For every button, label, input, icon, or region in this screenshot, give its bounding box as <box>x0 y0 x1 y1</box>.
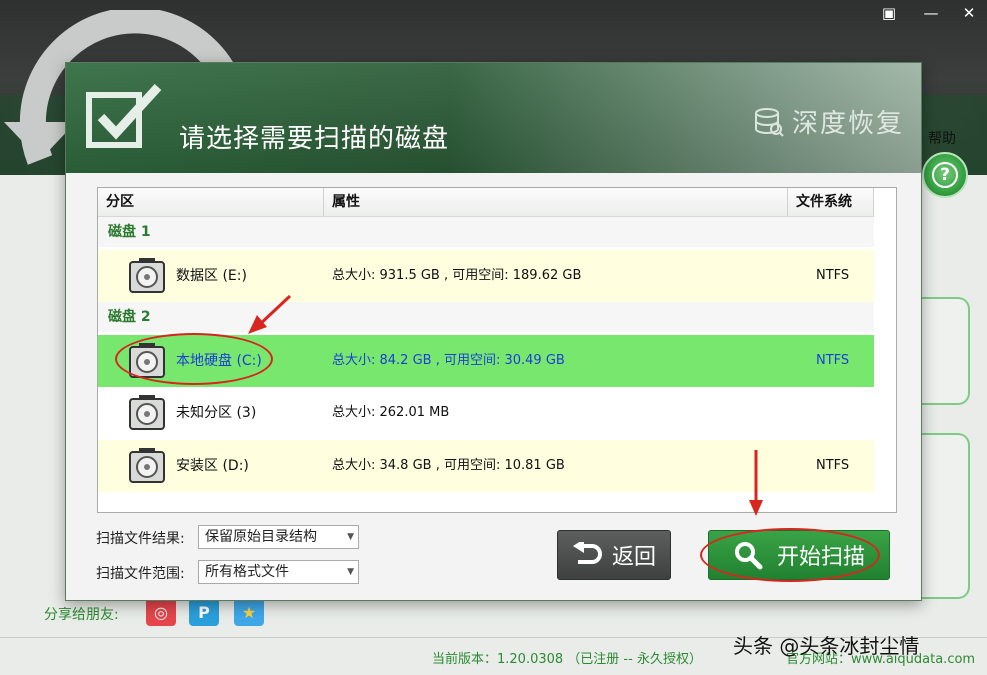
partition-name: 数据区 (E:) <box>176 268 247 284</box>
close-icon[interactable]: ✕ <box>960 4 978 22</box>
group-disk-1: 磁盘 1 <box>98 217 874 247</box>
partition-attributes: 总大小: 84.2 GB , 可用空间: 30.49 GB <box>332 353 565 368</box>
back-button-label: 返回 <box>611 545 656 570</box>
group-disk-2: 磁盘 2 <box>98 302 874 332</box>
partition-name: 安装区 (D:) <box>176 458 249 474</box>
question-icon: ? <box>932 162 958 188</box>
partition-filesystem: NTFS <box>816 353 850 368</box>
partition-attributes: 总大小: 262.01 MB <box>332 405 450 420</box>
dropdown-arrow-icon: ▼ <box>347 532 354 542</box>
help-label: 帮助 <box>928 131 956 147</box>
column-partition[interactable]: 分区 <box>98 188 324 216</box>
menu-icon[interactable]: ▣ <box>880 4 898 22</box>
partition-filesystem: NTFS <box>816 268 850 283</box>
table-header: 分区 属性 文件系统 <box>98 188 874 217</box>
database-icon <box>755 107 784 137</box>
partition-attributes: 总大小: 34.8 GB , 可用空间: 10.81 GB <box>332 458 565 473</box>
hard-disk-icon <box>129 395 165 430</box>
return-arrow-icon <box>572 542 602 564</box>
annotation-circle <box>115 333 273 385</box>
scrollbar[interactable] <box>874 217 896 512</box>
column-attributes[interactable]: 属性 <box>324 188 788 216</box>
scan-result-select[interactable]: 保留原始目录结构 ▼ <box>198 525 359 549</box>
scan-range-select[interactable]: 所有格式文件 ▼ <box>198 560 359 584</box>
back-button[interactable]: 返回 <box>557 530 671 580</box>
hard-disk-icon <box>129 448 165 483</box>
share-label: 分享给朋友: <box>44 607 119 623</box>
scan-range-value: 所有格式文件 <box>205 564 289 580</box>
side-panel-card <box>920 297 970 405</box>
annotation-circle <box>700 528 880 582</box>
table-row[interactable]: 未知分区 (3) 总大小: 262.01 MB <box>98 387 874 439</box>
column-filesystem[interactable]: 文件系统 <box>788 188 874 216</box>
partition-attributes: 总大小: 931.5 GB , 可用空间: 189.62 GB <box>332 268 582 283</box>
partition-filesystem: NTFS <box>816 458 850 473</box>
table-row[interactable]: 安装区 (D:) 总大小: 34.8 GB , 可用空间: 10.81 GB N… <box>98 440 874 492</box>
scan-result-value: 保留原始目录结构 <box>205 529 317 545</box>
side-panel-card <box>920 433 970 599</box>
dropdown-arrow-icon: ▼ <box>347 567 354 577</box>
help-button[interactable]: ? <box>922 152 968 198</box>
brand-text: 深度恢复 <box>792 109 905 139</box>
dialog-title: 请选择需要扫描的磁盘 <box>179 124 450 154</box>
select-disk-dialog: 请选择需要扫描的磁盘 深度恢复 分区 属性 文件系统 磁盘 1 数据区 (E:)… <box>65 62 922 601</box>
minimize-icon[interactable]: — <box>922 4 940 22</box>
brand-logo: 深度恢复 <box>754 103 904 140</box>
tencent-weibo-icon[interactable]: P <box>189 598 219 626</box>
version-text: 当前版本：1.20.0308 （已注册 -- 永久授权） <box>432 652 702 667</box>
table-row[interactable]: 数据区 (E:) 总大小: 931.5 GB , 可用空间: 189.62 GB… <box>98 250 874 302</box>
checkbox-icon <box>86 83 162 148</box>
qzone-icon[interactable]: ★ <box>234 598 264 626</box>
weibo-icon[interactable]: ◎ <box>146 598 176 626</box>
scan-result-label: 扫描文件结果: <box>96 531 185 547</box>
watermark: 头条 @头条冰封尘情 <box>733 634 920 658</box>
hard-disk-icon <box>129 258 165 293</box>
scan-range-label: 扫描文件范围: <box>96 566 185 582</box>
partition-name: 未知分区 (3) <box>176 405 257 421</box>
